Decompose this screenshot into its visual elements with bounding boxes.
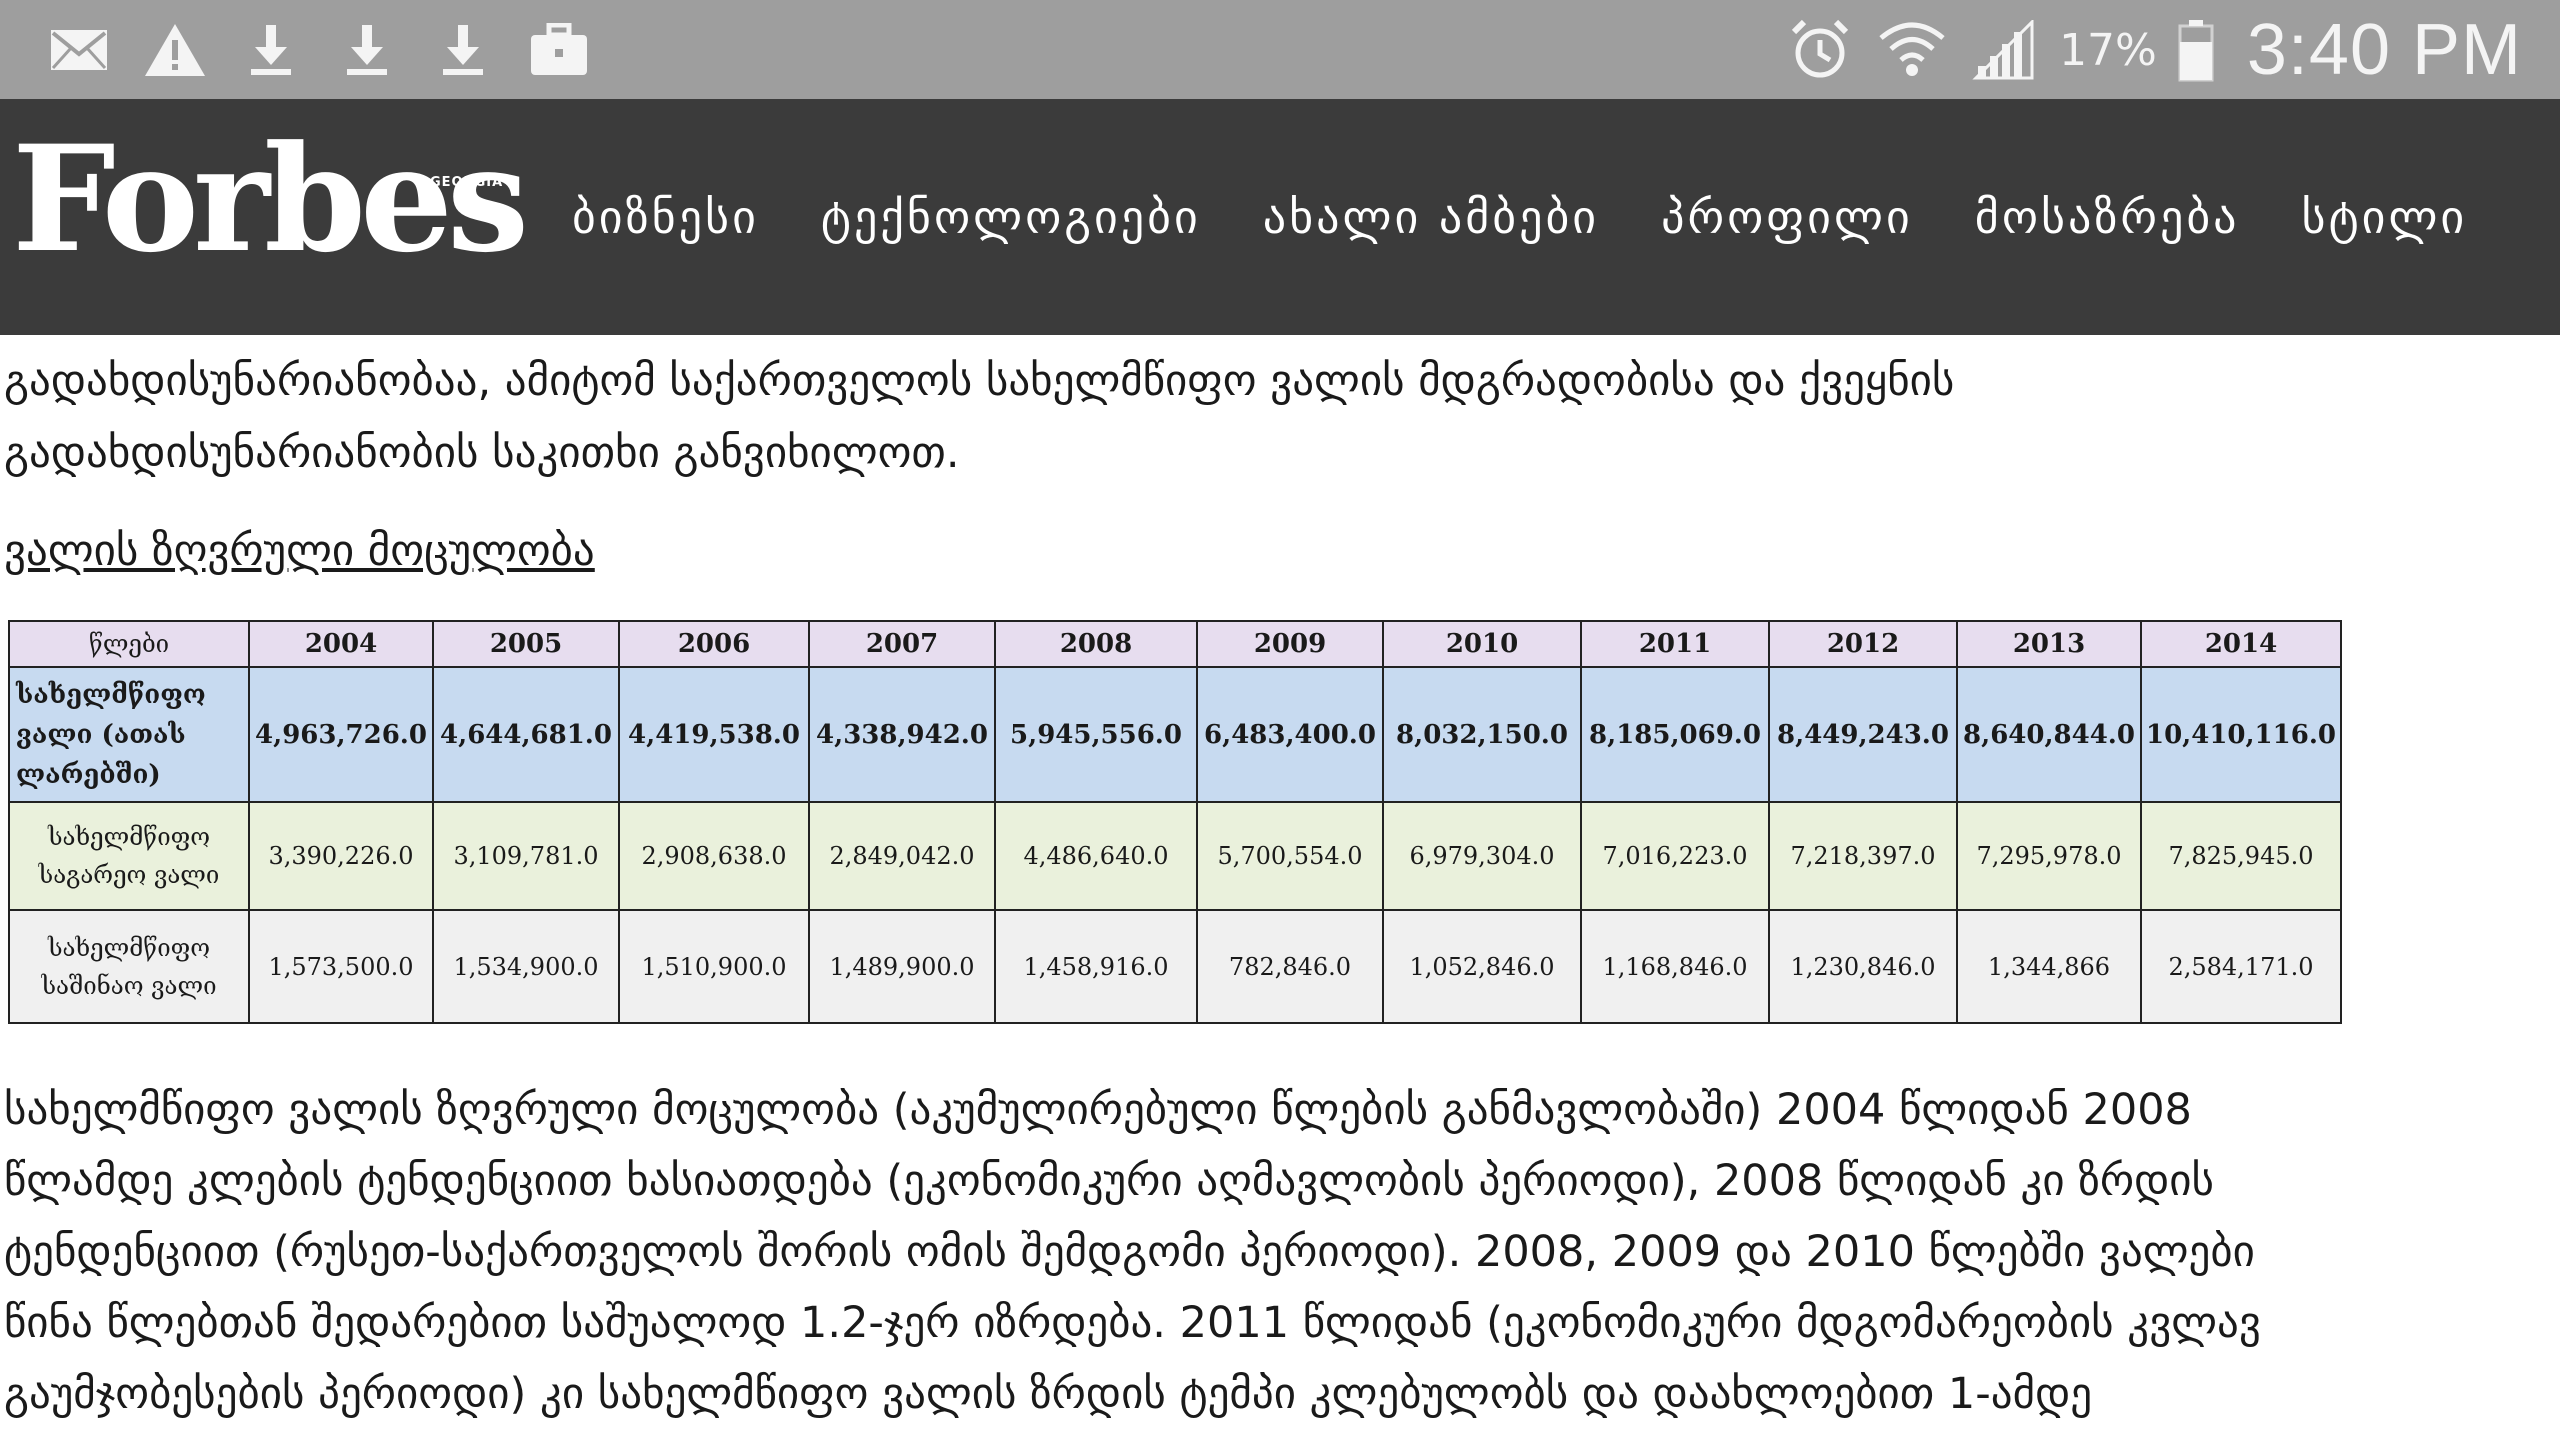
year-cell: 2004 (248, 620, 434, 668)
table-cell: 3,390,226.0 (248, 801, 434, 911)
year-cell: 2013 (1956, 620, 2142, 668)
table-cell: 7,218,397.0 (1768, 801, 1958, 911)
forbes-logo[interactable]: Forbes GEORGIA (12, 117, 529, 317)
table-cell: 4,338,942.0 (808, 666, 996, 803)
table-cell: 1,458,916.0 (994, 909, 1198, 1024)
text-line: ტენდენციით (რუსეთ-საქართველოს შორის ომის… (4, 1227, 2255, 1277)
table-cell: 4,486,640.0 (994, 801, 1198, 911)
table-cell: 782,846.0 (1196, 909, 1384, 1024)
table-cell: 4,963,726.0 (248, 666, 434, 803)
text-line: სახელმწიფო ვალის ზღვრული მოცულობა (აკუმუ… (4, 1085, 2192, 1135)
status-bar: 17% 3:40 PM (0, 0, 2560, 99)
text-line: გადახდისუნარიანობის საკითხი განვიხილოთ. (4, 428, 960, 478)
table-cell: 5,700,554.0 (1196, 801, 1384, 911)
nav-item-technology[interactable]: ტექნოლოგიები (821, 190, 1201, 244)
table-cell: 7,016,223.0 (1580, 801, 1770, 911)
download-icon (234, 14, 308, 86)
table-header-row: წლები 2004 2005 2006 2007 2008 2009 2010… (8, 620, 2342, 668)
clock: 3:40 PM (2246, 10, 2522, 90)
year-cell: 2006 (618, 620, 810, 668)
site-header: Forbes GEORGIA ბიზნესი ტექნოლოგიები ახალ… (0, 99, 2560, 335)
table-cell: 6,979,304.0 (1382, 801, 1582, 911)
system-status: 17% 3:40 PM (1783, 8, 2522, 92)
wifi-icon (1875, 14, 1949, 86)
table-cell: 7,295,978.0 (1956, 801, 2142, 911)
notification-icons (42, 14, 596, 86)
paragraph-intro: გადახდისუნარიანობაა, ამიტომ საქართველოს … (4, 345, 2544, 489)
nav-item-profile[interactable]: პროფილი (1661, 190, 1913, 244)
year-cell: 2014 (2140, 620, 2342, 668)
year-cell: 2010 (1382, 620, 1582, 668)
year-cell: 2009 (1196, 620, 1384, 668)
table-header-label: წლები (8, 620, 250, 668)
logo-subtitle: GEORGIA (430, 175, 504, 190)
table-cell: 4,419,538.0 (618, 666, 810, 803)
table-cell: 1,534,900.0 (432, 909, 620, 1024)
table-cell: 7,825,945.0 (2140, 801, 2342, 911)
table-cell: 8,185,069.0 (1580, 666, 1770, 803)
text-line: წლამდე კლების ტენდენციით ხასიათდება (ეკო… (4, 1156, 2214, 1206)
briefcase-icon (522, 14, 596, 86)
text-line: წინა წლებთან შედარებით საშუალოდ 1.2-ჯერ … (4, 1298, 2261, 1348)
table-row-external-debt: სახელმწიფო საგარეო ვალი 3,390,226.0 3,10… (8, 801, 2342, 911)
text-line: გადახდისუნარიანობაა, ამიტომ საქართველოს … (4, 356, 1955, 406)
nav-item-opinion[interactable]: მოსაზრება (1975, 190, 2240, 244)
table-cell: 1,052,846.0 (1382, 909, 1582, 1024)
table-cell: 10,410,116.0 (2140, 666, 2342, 803)
table-row-domestic-debt: სახელმწიფო საშინაო ვალი 1,573,500.0 1,53… (8, 909, 2342, 1024)
year-cell: 2012 (1768, 620, 1958, 668)
table-cell: 1,230,846.0 (1768, 909, 1958, 1024)
battery-percent: 17% (2059, 24, 2157, 76)
year-cell: 2008 (994, 620, 1198, 668)
row-label: სახელმწიფო საგარეო ვალი (8, 801, 250, 911)
table-cell: 5,945,556.0 (994, 666, 1198, 803)
signal-icon (1967, 14, 2041, 86)
download-icon (426, 14, 500, 86)
table-cell: 2,584,171.0 (2140, 909, 2342, 1024)
table-cell: 6,483,400.0 (1196, 666, 1384, 803)
debt-table: წლები 2004 2005 2006 2007 2008 2009 2010… (8, 620, 2342, 1024)
table-cell: 8,032,150.0 (1382, 666, 1582, 803)
mail-icon (42, 14, 116, 86)
table-cell: 8,449,243.0 (1768, 666, 1958, 803)
table-cell: 1,344,866 (1956, 909, 2142, 1024)
section-heading[interactable]: ვალის ზღვრული მოცულობა (4, 515, 595, 587)
battery-icon (2175, 14, 2217, 86)
table-cell: 1,168,846.0 (1580, 909, 1770, 1024)
alarm-icon (1783, 14, 1857, 86)
table-cell: 1,489,900.0 (808, 909, 996, 1024)
table-cell: 1,573,500.0 (248, 909, 434, 1024)
nav-item-style[interactable]: სტილი (2302, 190, 2468, 244)
download-icon (330, 14, 404, 86)
table-cell: 4,644,681.0 (432, 666, 620, 803)
warning-icon (138, 14, 212, 86)
table-row-total-debt: სახელმწიფო ვალი (ათას ლარებში) 4,963,726… (8, 666, 2342, 803)
text-line: გაუმჯობესების პერიოდი) კი სახელმწიფო ვალ… (4, 1369, 2093, 1419)
table-cell: 1,510,900.0 (618, 909, 810, 1024)
nav-item-business[interactable]: ბიზნესი (572, 190, 759, 244)
nav-item-news[interactable]: ახალი ამბები (1263, 190, 1599, 244)
logo-text: Forbes (12, 114, 529, 285)
year-cell: 2005 (432, 620, 620, 668)
year-cell: 2007 (808, 620, 996, 668)
row-label: სახელმწიფო ვალი (ათას ლარებში) (8, 666, 250, 803)
table-cell: 8,640,844.0 (1956, 666, 2142, 803)
table-cell: 2,849,042.0 (808, 801, 996, 911)
table-cell: 3,109,781.0 (432, 801, 620, 911)
row-label: სახელმწიფო საშინაო ვალი (8, 909, 250, 1024)
article-body: გადახდისუნარიანობაა, ამიტომ საქართველოს … (0, 335, 2560, 1440)
year-cell: 2011 (1580, 620, 1770, 668)
table-cell: 2,908,638.0 (618, 801, 810, 911)
main-nav: ბიზნესი ტექნოლოგიები ახალი ამბები პროფილ… (572, 99, 2467, 335)
paragraph-analysis: სახელმწიფო ვალის ზღვრული მოცულობა (აკუმუ… (4, 1075, 2544, 1430)
